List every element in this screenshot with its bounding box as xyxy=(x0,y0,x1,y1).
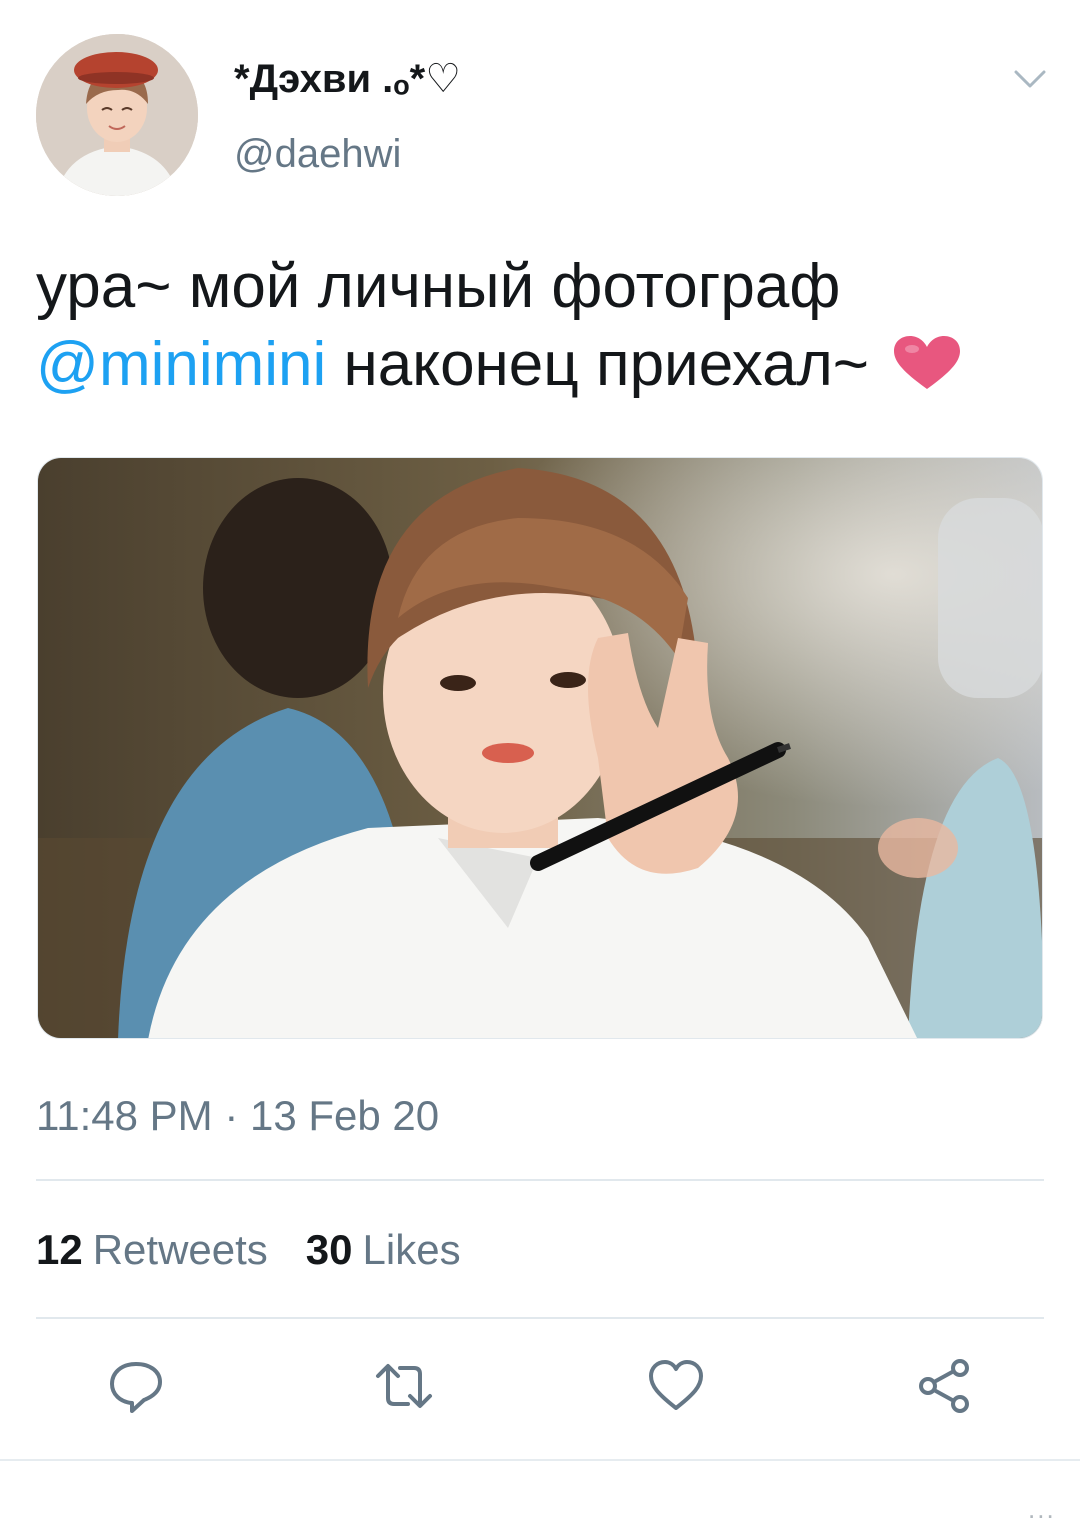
divider xyxy=(0,1459,1080,1461)
tweet-text-line2: наконец приехал~ xyxy=(326,330,869,399)
retweets-label: Retweets xyxy=(92,1226,268,1273)
more-indicator: ... xyxy=(1028,1494,1056,1524)
user-handle[interactable]: @daehwi xyxy=(234,132,401,177)
tweet-timestamp[interactable]: 11:48 PM · 13 Feb 20 xyxy=(36,1092,439,1140)
like-icon[interactable] xyxy=(646,1356,706,1416)
retweets-stat[interactable]: 12 Retweets xyxy=(36,1226,268,1273)
share-icon[interactable] xyxy=(914,1356,974,1416)
likes-count: 30 xyxy=(305,1226,353,1273)
tweet-text-line1: ура~ мой личный фотограф xyxy=(36,252,841,321)
heart-emoji-icon xyxy=(892,332,962,389)
reply-icon[interactable] xyxy=(106,1356,166,1416)
likes-label: Likes xyxy=(362,1226,461,1273)
likes-stat[interactable]: 30 Likes xyxy=(306,1226,461,1273)
tweet-photo[interactable] xyxy=(37,457,1043,1039)
tweet-text: ура~ мой личный фотограф @minimini након… xyxy=(36,248,1046,404)
display-name[interactable]: *Дэхви .ₒ*♡ xyxy=(234,56,461,102)
divider xyxy=(36,1317,1044,1319)
avatar[interactable] xyxy=(36,34,198,196)
chevron-down-icon[interactable] xyxy=(1010,62,1050,96)
divider xyxy=(36,1179,1044,1181)
retweet-icon[interactable] xyxy=(374,1356,434,1416)
mention-link[interactable]: @minimini xyxy=(36,330,326,399)
retweets-count: 12 xyxy=(36,1226,83,1273)
tweet-stats: 12 Retweets 30 Likes xyxy=(36,1226,461,1274)
